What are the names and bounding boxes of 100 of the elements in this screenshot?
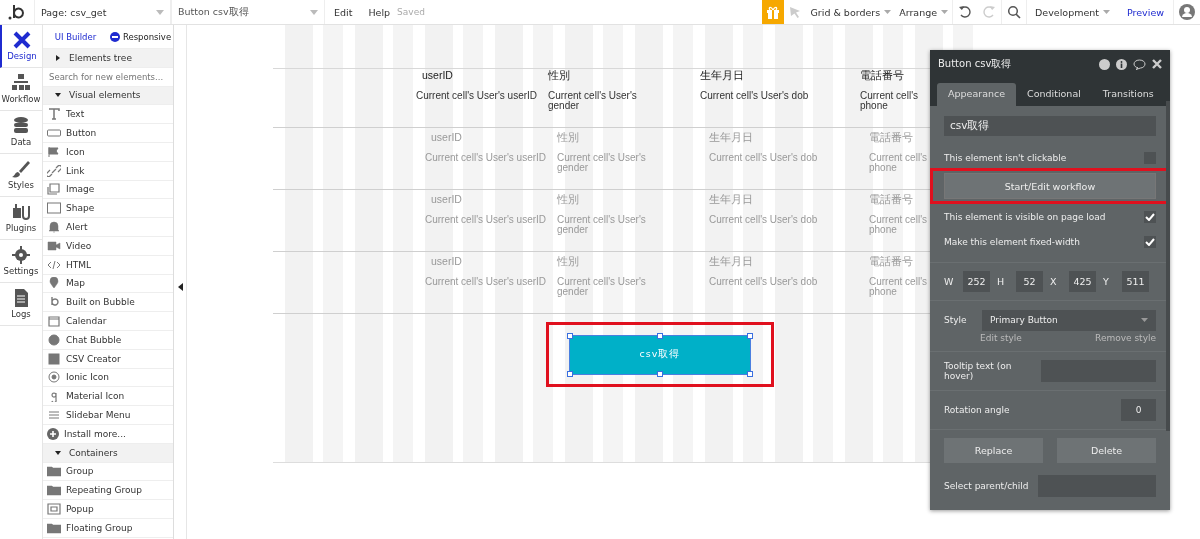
nav-item[interactable]: Settings	[0, 240, 42, 283]
save-status: Saved	[397, 7, 425, 17]
comment-icon[interactable]	[1133, 58, 1146, 70]
caret-icon	[884, 10, 892, 14]
cell-value: Current cell's User's userID	[425, 277, 547, 289]
element-item[interactable]: Image	[43, 180, 173, 200]
plus-icon	[47, 427, 59, 440]
style-dropdown[interactable]: Primary Button	[982, 309, 1156, 331]
dimension-label: W	[944, 276, 955, 287]
collapse-icon[interactable]	[177, 283, 183, 291]
element-item[interactable]: Video	[43, 236, 173, 256]
element-item[interactable]: Alert	[43, 218, 173, 237]
element-item[interactable]: Button	[43, 124, 173, 143]
caret-icon	[1103, 10, 1110, 14]
dimension-field[interactable]: 425	[1069, 271, 1096, 292]
grid-borders-menu[interactable]: Grid & borders	[806, 0, 896, 24]
cell-value: Current cell's phone	[869, 153, 929, 173]
cell-value: Current cell's User's gender	[557, 153, 647, 173]
rotation-field[interactable]: 0	[1121, 399, 1156, 421]
environment-dropdown[interactable]: Development	[1026, 0, 1118, 24]
element-item[interactable]: Link	[43, 161, 173, 181]
dimension-label: X	[1050, 276, 1058, 287]
nav-item[interactable]: Logs	[0, 283, 42, 326]
menu-item[interactable]: Edit	[325, 6, 360, 18]
element-item[interactable]: Map	[43, 274, 173, 294]
element-item[interactable]: Popup	[43, 500, 173, 519]
replace-button[interactable]: Replace	[944, 438, 1043, 463]
gear-icon	[11, 246, 31, 264]
cell-value: Current cell's User's dob	[709, 277, 819, 289]
column-label: 性別	[557, 193, 580, 207]
radio-icon	[47, 371, 61, 384]
triangle-icon	[55, 92, 61, 99]
caret-icon	[1141, 318, 1148, 322]
cell-value: Current cell's phone	[869, 215, 929, 235]
element-item[interactable]: Slidebar Menu	[43, 406, 173, 425]
column-label: 生年月日	[700, 69, 745, 83]
element-item[interactable]: Calendar	[43, 312, 173, 331]
checkbox[interactable]	[1144, 235, 1156, 248]
preview-link[interactable]: Preview	[1118, 6, 1173, 18]
dimension-label: H	[997, 276, 1006, 287]
element-item[interactable]: Icon	[43, 143, 173, 162]
design-icon	[12, 31, 32, 49]
palette-tab[interactable]: UI Builder	[43, 25, 108, 48]
column-label: 性別	[557, 255, 580, 269]
code-icon	[47, 258, 61, 271]
triangle-icon	[55, 449, 61, 456]
checkbox[interactable]	[1144, 210, 1156, 223]
element-item[interactable]: Chat Bubble	[43, 330, 173, 350]
image-icon	[47, 183, 61, 196]
delete-button[interactable]: Delete	[1057, 438, 1156, 463]
rotation-label: Rotation angle	[944, 405, 1010, 415]
nav-item[interactable]: Plugins	[0, 197, 42, 240]
name-field[interactable]: csv取得	[944, 116, 1156, 136]
square-icon	[47, 352, 61, 365]
calendar-icon	[47, 315, 61, 328]
menu-item[interactable]: Help	[359, 6, 398, 18]
arrange-menu[interactable]: Arrange	[895, 0, 953, 24]
dimension-field[interactable]: 511	[1122, 271, 1149, 292]
flag-icon	[47, 145, 61, 158]
panel-tab[interactable]: Transitions	[1091, 83, 1165, 106]
element-item[interactable]: HTML	[43, 255, 173, 275]
panel-tab[interactable]: Conditional	[1016, 83, 1092, 106]
menu-icon	[47, 409, 61, 422]
palette-tab[interactable]: Responsive	[108, 25, 173, 48]
column-label: 電話番号	[869, 193, 914, 207]
column-label: 電話番号	[860, 69, 905, 83]
install-more-item[interactable]: Install more...	[43, 424, 173, 444]
dimension-field[interactable]: 52	[1016, 271, 1043, 292]
rectangle-icon	[47, 202, 61, 215]
element-item[interactable]: CSV Creator	[43, 349, 173, 369]
column-label: 性別	[548, 69, 571, 83]
element-item[interactable]: Floating Group	[43, 518, 173, 538]
nav-item[interactable]: Data	[0, 111, 42, 154]
info-icon[interactable]	[1116, 58, 1127, 70]
select-label: Select parent/child	[944, 481, 1029, 491]
element-item[interactable]: Group	[43, 462, 173, 482]
element-item[interactable]: Built on Bubble	[43, 293, 173, 313]
brush-icon	[11, 160, 31, 178]
nav-item[interactable]: Styles	[0, 154, 42, 197]
dimension-label: Y	[1103, 276, 1110, 287]
element-item[interactable]: Ionic Icon	[43, 368, 173, 388]
pin-icon	[47, 277, 61, 290]
element-dropdown[interactable]: Button csv取得	[171, 0, 325, 24]
element-item[interactable]: Shape	[43, 199, 173, 219]
element-item[interactable]: Material Icon	[43, 387, 173, 407]
panel-tab[interactable]: Appearance	[937, 83, 1017, 106]
close-icon[interactable]	[1152, 59, 1162, 69]
column-label: 生年月日	[709, 131, 754, 145]
page-dropdown[interactable]: Page: csv_get	[34, 0, 171, 24]
nav-item[interactable]: Workflow	[0, 68, 42, 111]
workflow-icon	[11, 74, 31, 92]
video-icon	[47, 239, 61, 252]
element-item[interactable]: Repeating Group	[43, 481, 173, 501]
element-item[interactable]: Text	[43, 105, 173, 125]
dimension-field[interactable]: 252	[963, 271, 990, 292]
column-label: 電話番号	[869, 255, 914, 269]
workflow-button[interactable]: Start/Edit workflow	[944, 173, 1156, 199]
nav-item[interactable]: Design	[0, 25, 42, 68]
circle-icon	[47, 333, 61, 346]
section-header[interactable]: Elements tree	[43, 49, 173, 68]
